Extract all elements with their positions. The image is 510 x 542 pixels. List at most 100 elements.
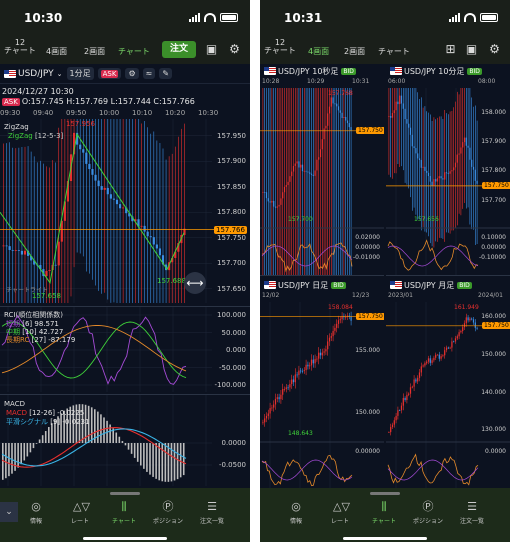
- timeframe-select[interactable]: 1分足: [66, 67, 94, 80]
- panel-title[interactable]: USD/JPY 10分足: [404, 66, 464, 77]
- price-tick-label: 160.000: [481, 313, 506, 321]
- macd-histogram-bar: [23, 443, 26, 461]
- macd-panel[interactable]: MACD MACD [12-26] -0.0225 平滑シグナル [9] -0.…: [0, 394, 250, 486]
- panel-candle: [447, 173, 449, 175]
- time-axis: 09:30 09:40 09:50 10:00 10:10 10:20 10:30: [0, 109, 218, 119]
- panel-candle: [301, 164, 304, 172]
- panel-candle: [404, 108, 406, 120]
- panel-candle: [440, 176, 442, 179]
- indicator-icon[interactable]: ⚙: [125, 68, 139, 79]
- panel-candle: [438, 354, 440, 359]
- tab-info[interactable]: ◎ 情報: [276, 500, 316, 525]
- tab-chart[interactable]: チャート: [118, 46, 150, 57]
- panel-candle: [449, 347, 451, 349]
- panel-candle: [467, 317, 469, 321]
- low-label: 157.656: [414, 216, 439, 223]
- order-button[interactable]: 注文: [162, 41, 196, 58]
- trade-light-label[interactable]: チャートライト: [6, 285, 48, 294]
- candles-icon: ⫼: [121, 500, 127, 513]
- price-candle: [11, 249, 14, 251]
- price-tick-label: 157.800: [481, 167, 506, 175]
- panel-candle: [433, 357, 435, 361]
- panel-candle: [413, 146, 415, 149]
- chart-panel-1[interactable]: USD/JPY 10秒足 BID 10:28 10:29 10:31 0.02000 0.0…: [260, 64, 384, 276]
- time-tick-label: 09:30: [0, 109, 21, 117]
- tab-info[interactable]: ◎ 情報: [16, 500, 56, 525]
- tab-position[interactable]: Ⓟ ポジション: [408, 500, 448, 525]
- tab-4screen[interactable]: 4画面: [308, 46, 329, 57]
- tab-order-list[interactable]: ☰ 注文一覧: [192, 500, 232, 525]
- current-price-tag: 157.750: [482, 181, 510, 189]
- chart-panel-2[interactable]: USD/JPY 10分足 BID 06:00 08:00 158.000 157.900 1…: [386, 64, 510, 276]
- price-tick-label: 130.000: [481, 426, 506, 434]
- tab-12chart[interactable]: 12 チャート: [264, 38, 296, 56]
- time-tick-label: 09:40: [33, 109, 54, 117]
- tab-rate[interactable]: △▽ レート: [320, 500, 360, 525]
- gear-icon[interactable]: ⚙: [488, 43, 501, 56]
- grid-icon[interactable]: ⊞: [444, 43, 457, 56]
- home-indicator: [343, 537, 427, 540]
- panel-candle: [325, 349, 327, 352]
- tab-order-list[interactable]: ☰ 注文一覧: [452, 500, 492, 525]
- panel-candle: [433, 179, 435, 186]
- panel-candle: [400, 95, 403, 104]
- indicator-tick-label: 0.00000: [355, 244, 380, 251]
- screenshot-icon[interactable]: ▣: [205, 43, 218, 56]
- time-tick-label: 2023/01: [388, 292, 413, 299]
- tab-rate[interactable]: △▽ レート: [60, 500, 100, 525]
- chart-panel-3[interactable]: USD/JPY 日足 BID 12/02 12/23 155.000 150.000 0.0…: [260, 278, 384, 490]
- tab-2screen[interactable]: 2画面: [344, 46, 365, 57]
- panel-title[interactable]: USD/JPY 月足: [404, 280, 454, 291]
- signal-icon: [189, 13, 200, 22]
- tab-chart-bottom[interactable]: ⫼ チャート: [104, 500, 144, 525]
- side-select[interactable]: ASK: [97, 68, 122, 79]
- panel-candle: [305, 364, 307, 371]
- pen-icon[interactable]: ✎: [159, 68, 173, 79]
- symbol-select[interactable]: USD/JPY: [18, 69, 54, 79]
- panel-candle: [323, 128, 325, 140]
- left-phone-screen: 10:30 12 チャート 4画面 2画面 チャート 注文 ▣ ⚙ USD/JPY…: [0, 0, 250, 542]
- tab-chart[interactable]: チャート: [378, 46, 410, 57]
- macd-histogram-bar: [133, 443, 136, 458]
- panel-candle: [337, 106, 340, 111]
- macd-histogram-bar: [127, 443, 130, 450]
- panel-candle: [280, 394, 282, 400]
- main-price-chart[interactable]: ZigZag ZigZag [12-5-3] 157.956 157.658 1…: [0, 119, 250, 303]
- time-tick-label: 10:28: [262, 78, 280, 85]
- macd-histogram-bar: [149, 443, 151, 475]
- macd-histogram-bar: [32, 443, 35, 449]
- drawer-handle[interactable]: [370, 492, 400, 495]
- price-candle: [17, 250, 20, 251]
- tab-chart-bottom[interactable]: ⫼ チャート: [364, 500, 404, 525]
- screenshot-icon[interactable]: ▣: [465, 43, 478, 56]
- macd-histogram-bar: [29, 443, 32, 453]
- price-candle: [48, 270, 51, 271]
- tab-4screen[interactable]: 4画面: [46, 46, 67, 57]
- tab-position[interactable]: Ⓟ ポジション: [148, 500, 188, 525]
- panel-title[interactable]: USD/JPY 日足: [278, 280, 328, 291]
- panel-candle: [289, 176, 291, 182]
- macd-tick-label: 0.0000: [221, 439, 247, 447]
- tab-2screen[interactable]: 2画面: [84, 46, 105, 57]
- rci-panel[interactable]: RCI(順位相関係数) 短期 [6] 98.571 中期 [10] 42.727…: [0, 306, 250, 392]
- ohlc-readout: ASK O:157.745 H:157.769 L:157.744 C:157.7…: [2, 97, 195, 106]
- high-label: 158.084: [328, 304, 353, 311]
- panel-candle: [476, 180, 478, 184]
- panel-time-axis: 12/02 12/23: [260, 292, 384, 302]
- status-time: 10:30: [24, 11, 63, 25]
- tab-12chart[interactable]: 12 チャート: [4, 38, 36, 56]
- price-candle: [106, 187, 109, 195]
- status-icons: [449, 13, 498, 22]
- expand-arrows-icon[interactable]: ⟷: [184, 272, 206, 294]
- trend-icon[interactable]: ≈: [142, 68, 156, 79]
- panel-title[interactable]: USD/JPY 10秒足: [278, 66, 338, 77]
- panel-candle: [271, 200, 273, 203]
- panel-candle: [463, 137, 466, 143]
- panel-candle: [458, 153, 460, 155]
- drawer-handle[interactable]: [110, 492, 140, 495]
- macd-tick-label: -0.0500: [218, 461, 246, 469]
- panel-header: USD/JPY 月足 BID: [386, 278, 510, 292]
- gear-icon[interactable]: ⚙: [228, 43, 241, 56]
- chart-panel-4[interactable]: USD/JPY 月足 BID 2023/01 2024/01 160.000 150.00…: [386, 278, 510, 490]
- panel-candle: [262, 422, 264, 424]
